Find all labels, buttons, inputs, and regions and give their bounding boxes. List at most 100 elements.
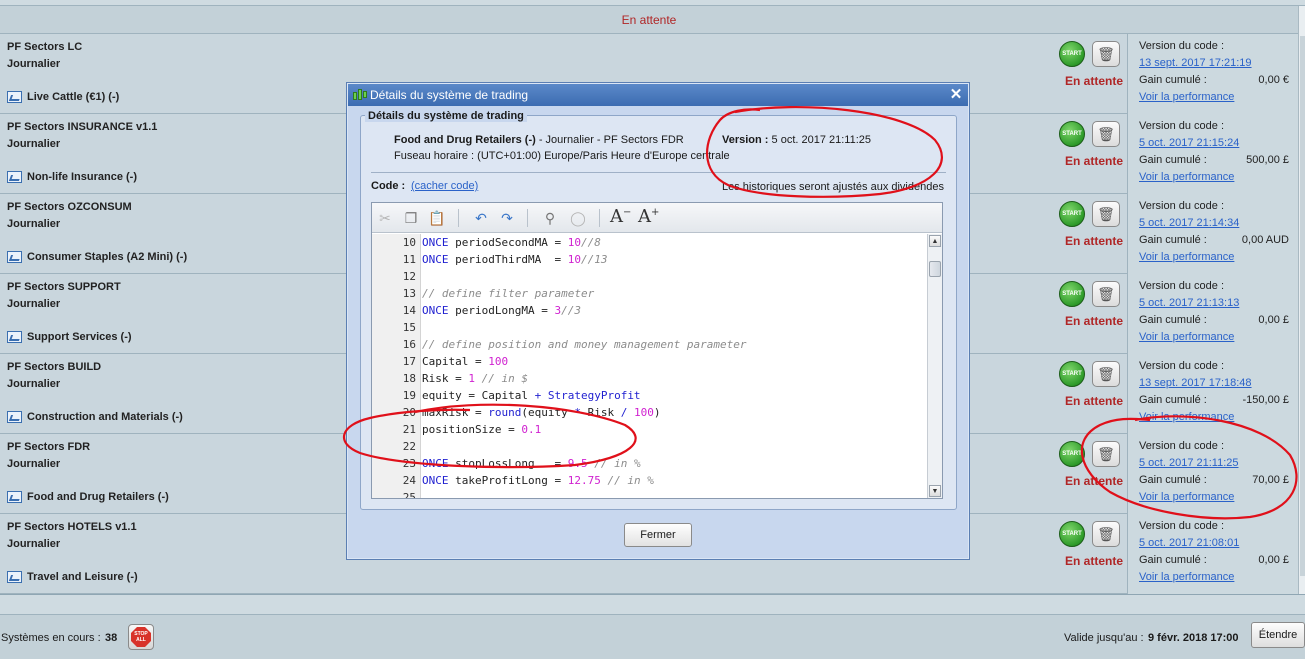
start-button[interactable]: START bbox=[1059, 41, 1085, 67]
trash-icon[interactable]: 🗑 bbox=[1092, 41, 1120, 67]
performance-link[interactable]: Voir la performance bbox=[1139, 171, 1234, 183]
code-token: 1 bbox=[468, 372, 475, 385]
start-button[interactable]: START bbox=[1059, 121, 1085, 147]
code-text: // define position and money management … bbox=[422, 336, 747, 353]
system-name: PF Sectors FDR bbox=[7, 441, 91, 453]
code-line: 17 Capital = 100 bbox=[372, 353, 927, 370]
close-icon[interactable]: ✕ bbox=[948, 87, 964, 103]
scroll-up-icon[interactable]: ▲ bbox=[929, 235, 941, 247]
toolbar-separator bbox=[527, 209, 528, 227]
paste-icon[interactable]: 📋 bbox=[427, 208, 447, 228]
line-number: 16 bbox=[402, 338, 416, 351]
trash-icon[interactable]: 🗑 bbox=[1092, 441, 1120, 467]
line-number: 15 bbox=[402, 321, 416, 334]
gain-value: 500,00 £ bbox=[1246, 154, 1289, 166]
system-info: Version du code : 5 oct. 2017 21:11:25 G… bbox=[1127, 434, 1298, 514]
code-token: 100 bbox=[488, 355, 509, 368]
undo-icon[interactable]: ↶ bbox=[471, 208, 491, 228]
version-date-link[interactable]: 13 sept. 2017 17:18:48 bbox=[1139, 377, 1252, 389]
font-increase-icon[interactable]: A+ bbox=[638, 206, 659, 227]
start-button[interactable]: START bbox=[1059, 521, 1085, 547]
system-frequency: Journalier bbox=[7, 138, 61, 150]
comment-icon[interactable]: ◯ bbox=[568, 208, 588, 228]
system-instrument-link[interactable]: Construction and Materials (-) bbox=[7, 411, 183, 423]
code-token: periodLongMA = bbox=[448, 304, 555, 317]
code-text: maxRisk = round(equity * Risk / 100) bbox=[422, 404, 660, 421]
version-date-link[interactable]: 5 oct. 2017 21:11:25 bbox=[1139, 457, 1239, 469]
start-button[interactable]: START bbox=[1059, 361, 1085, 387]
close-button[interactable]: Fermer bbox=[624, 523, 692, 547]
code-token: 100 bbox=[633, 406, 654, 419]
version-date-link[interactable]: 5 oct. 2017 21:14:34 bbox=[1139, 217, 1239, 229]
system-instrument-link[interactable]: Consumer Staples (A2 Mini) (-) bbox=[7, 251, 187, 263]
code-token: StrategyProfit bbox=[547, 389, 641, 402]
gain-value: -150,00 £ bbox=[1242, 394, 1289, 406]
version-label: Version du code : bbox=[1139, 280, 1225, 292]
instrument-label: Consumer Staples (A2 Mini) (-) bbox=[27, 251, 188, 263]
redo-icon[interactable]: ↷ bbox=[497, 208, 517, 228]
system-instrument-link[interactable]: Travel and Leisure (-) bbox=[7, 571, 138, 583]
code-token: periodSecondMA = bbox=[448, 236, 568, 249]
start-button[interactable]: START bbox=[1059, 441, 1085, 467]
version-date-link[interactable]: 5 oct. 2017 21:08:01 bbox=[1139, 537, 1239, 549]
dividend-note: Les historiques seront ajustés aux divid… bbox=[722, 181, 944, 193]
line-number: 23 bbox=[402, 457, 416, 470]
gain-label: Gain cumulé : bbox=[1139, 234, 1207, 246]
page-scrollbar[interactable] bbox=[1298, 6, 1305, 594]
system-instrument-link[interactable]: Live Cattle (€1) (-) bbox=[7, 91, 119, 103]
code-lines[interactable]: 10 ONCE periodSecondMA = 10//8 11 ONCE peri… bbox=[372, 234, 927, 498]
code-token: ONCE bbox=[422, 236, 449, 249]
code-token: 12.75 bbox=[567, 474, 601, 487]
system-name: PF Sectors BUILD bbox=[7, 361, 102, 373]
divider bbox=[371, 172, 946, 173]
instrument-label: Live Cattle (€1) (-) bbox=[27, 91, 120, 103]
system-frequency: Journalier bbox=[7, 218, 61, 230]
copy-icon[interactable]: ❐ bbox=[401, 208, 421, 228]
code-token: ONCE bbox=[422, 457, 449, 470]
code-token: Capital = bbox=[422, 355, 489, 368]
scroll-down-icon[interactable]: ▼ bbox=[929, 485, 941, 497]
instrument-label: Non-life Insurance (-) bbox=[27, 171, 138, 183]
timezone-info: Fuseau horaire : (UTC+01:00) Europe/Pari… bbox=[394, 150, 730, 162]
version-date-link[interactable]: 5 oct. 2017 21:15:24 bbox=[1139, 137, 1239, 149]
system-descriptor: - Journalier - PF Sectors FDR bbox=[535, 134, 684, 146]
editor-scrollbar[interactable]: ▲ ▼ bbox=[927, 234, 942, 498]
editor-scrollbar-thumb[interactable] bbox=[929, 261, 941, 277]
version-date-link[interactable]: 13 sept. 2017 17:21:19 bbox=[1139, 57, 1252, 69]
performance-link[interactable]: Voir la performance bbox=[1139, 91, 1234, 103]
hide-code-link[interactable]: (cacher code) bbox=[411, 180, 478, 192]
line-number: 25 bbox=[402, 491, 416, 498]
system-instrument-link[interactable]: Support Services (-) bbox=[7, 331, 132, 343]
cut-icon[interactable]: ✂ bbox=[375, 208, 395, 228]
code-text: ONCE periodSecondMA = 10//8 bbox=[422, 234, 601, 251]
start-button[interactable]: START bbox=[1059, 281, 1085, 307]
line-number: 22 bbox=[402, 440, 416, 453]
start-button[interactable]: START bbox=[1059, 201, 1085, 227]
extend-button[interactable]: Étendre bbox=[1251, 622, 1305, 648]
system-instrument-link[interactable]: Non-life Insurance (-) bbox=[7, 171, 137, 183]
trash-icon[interactable]: 🗑 bbox=[1092, 361, 1120, 387]
code-editor[interactable]: ✂ ❐ 📋 ↶ ↷ ⚲ ◯ A− A+ 10 ONCE periodSecondM… bbox=[371, 202, 943, 499]
dialog-title: Détails du système de trading bbox=[370, 88, 529, 102]
code-token: //8 bbox=[580, 236, 601, 249]
performance-link[interactable]: Voir la performance bbox=[1139, 411, 1234, 423]
performance-link[interactable]: Voir la performance bbox=[1139, 491, 1234, 503]
gain-value: 0,00 € bbox=[1258, 74, 1289, 86]
performance-link[interactable]: Voir la performance bbox=[1139, 251, 1234, 263]
system-instrument-link[interactable]: Food and Drug Retailers (-) bbox=[7, 491, 169, 503]
page-scrollbar-thumb[interactable] bbox=[1300, 36, 1305, 576]
systems-running-label: Systèmes en cours : bbox=[1, 632, 101, 644]
version-date-link[interactable]: 5 oct. 2017 21:13:13 bbox=[1139, 297, 1239, 309]
trash-icon[interactable]: 🗑 bbox=[1092, 281, 1120, 307]
trash-icon[interactable]: 🗑 bbox=[1092, 521, 1120, 547]
stop-all-button[interactable]: STOP ALL bbox=[128, 624, 154, 650]
code-line: 22 bbox=[372, 438, 927, 455]
code-text: equity = Capital + StrategyProfit bbox=[422, 387, 641, 404]
search-icon[interactable]: ⚲ bbox=[540, 208, 560, 228]
performance-link[interactable]: Voir la performance bbox=[1139, 571, 1234, 583]
performance-link[interactable]: Voir la performance bbox=[1139, 331, 1234, 343]
trash-icon[interactable]: 🗑 bbox=[1092, 201, 1120, 227]
font-decrease-icon[interactable]: A− bbox=[610, 206, 631, 227]
dialog-titlebar[interactable]: Détails du système de trading ✕ bbox=[348, 84, 968, 106]
trash-icon[interactable]: 🗑 bbox=[1092, 121, 1120, 147]
